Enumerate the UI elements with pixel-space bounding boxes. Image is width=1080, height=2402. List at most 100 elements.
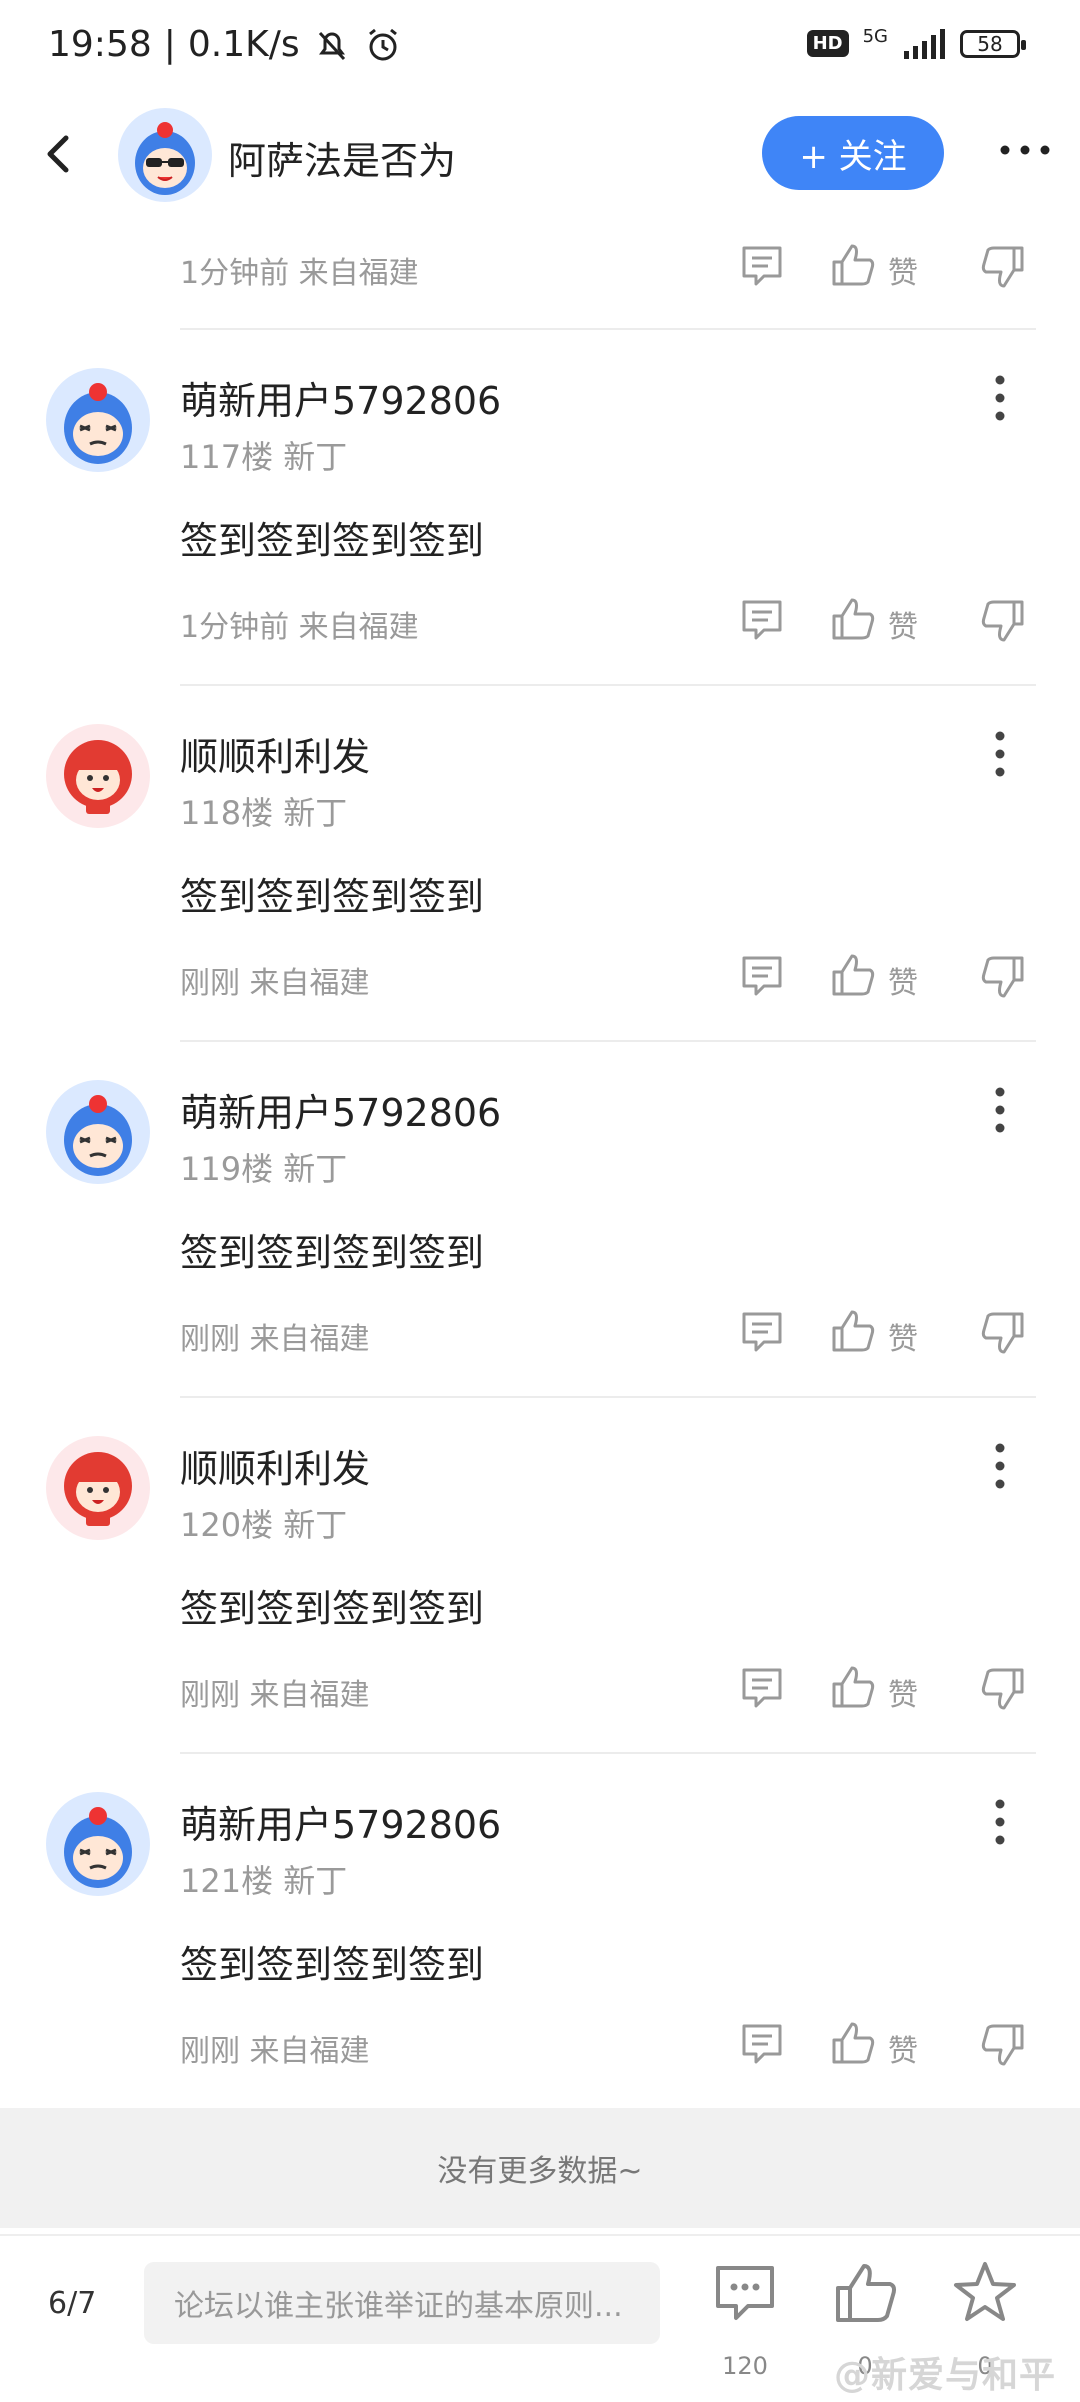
- comment-icon[interactable]: [740, 952, 784, 1000]
- like-label[interactable]: 赞: [888, 2026, 918, 2070]
- comment-icon[interactable]: [740, 242, 784, 290]
- post-username[interactable]: 萌新用户5792806: [180, 1794, 501, 1849]
- status-right: HD 5G 58: [806, 26, 1026, 61]
- comment-icon[interactable]: [740, 2020, 784, 2068]
- post-floor: 119楼 新丁: [180, 1150, 348, 1188]
- follow-button[interactable]: + 关注: [762, 116, 944, 190]
- post-actions: 赞: [740, 596, 1040, 656]
- thumbs-up-icon[interactable]: [830, 1308, 876, 1354]
- more-options-icon[interactable]: [995, 135, 1055, 165]
- thumbs-up-icon[interactable]: [830, 952, 876, 998]
- post-content: 签到签到签到签到: [180, 875, 485, 919]
- post-floor: 118楼 新丁: [180, 794, 348, 832]
- comment-count: 120: [722, 2352, 768, 2380]
- post-more-icon[interactable]: [985, 724, 1015, 784]
- post-actions: 赞: [740, 242, 1040, 302]
- post-content: 签到签到签到签到: [180, 1587, 485, 1631]
- mascot-avatar-icon: [64, 1452, 132, 1526]
- post-floor: 117楼 新丁: [180, 438, 348, 476]
- thumbs-up-icon[interactable]: [830, 596, 876, 642]
- comment-icon[interactable]: [740, 596, 784, 644]
- status-separator: |: [163, 24, 176, 65]
- mascot-avatar-icon: [64, 383, 132, 464]
- post-item: 萌新用户5792806 119楼 新丁签到签到签到签到刚刚 来自福建 赞: [0, 1042, 1080, 1398]
- status-speed: 0.1K/s: [187, 24, 300, 65]
- back-arrow-icon[interactable]: [30, 124, 90, 184]
- thumbs-down-icon[interactable]: [980, 244, 1026, 290]
- post-actions: 赞: [740, 2020, 1040, 2080]
- post-more-icon[interactable]: [985, 368, 1015, 428]
- post-meta: 刚刚 来自福建: [180, 966, 370, 1001]
- reply-input[interactable]: 论坛以谁主张谁举证的基本原则...: [144, 2262, 660, 2344]
- user-avatar[interactable]: [46, 1080, 150, 1184]
- post-more-icon[interactable]: [985, 1080, 1015, 1140]
- thumbs-down-icon[interactable]: [980, 954, 1026, 1000]
- comment-bar-icon[interactable]: [710, 2258, 780, 2328]
- signal-icon: [904, 28, 945, 59]
- top-nav-bar: 阿萨法是否为 + 关注: [0, 100, 1080, 210]
- comment-icon[interactable]: [740, 1664, 784, 1712]
- post-item: 顺顺利利发 120楼 新丁签到签到签到签到刚刚 来自福建 赞: [0, 1398, 1080, 1754]
- hd-badge: HD: [806, 30, 849, 57]
- post-meta: 刚刚 来自福建: [180, 1322, 370, 1357]
- mascot-avatar-icon: [135, 122, 195, 195]
- post-username[interactable]: 萌新用户5792806: [180, 1082, 501, 1137]
- post-meta: 1分钟前 来自福建: [180, 610, 419, 645]
- thumbs-down-icon[interactable]: [980, 1310, 1026, 1356]
- bottom-bar: 6/7 论坛以谁主张谁举证的基本原则... 120 0 0 @新爱与和平: [0, 2234, 1080, 2402]
- mascot-avatar-icon: [64, 740, 132, 814]
- post-meta: 1分钟前 来自福建: [180, 256, 419, 291]
- partial-post: 1分钟前 来自福建 赞: [0, 210, 1080, 330]
- post-username[interactable]: 顺顺利利发: [180, 726, 370, 781]
- user-avatar[interactable]: [46, 1792, 150, 1896]
- no-more-data-label: 没有更多数据~: [0, 2108, 1080, 2228]
- thumbs-up-icon[interactable]: [830, 242, 876, 288]
- post-username[interactable]: 顺顺利利发: [180, 1438, 370, 1493]
- post-content: 签到签到签到签到: [180, 1943, 485, 1987]
- like-label[interactable]: 赞: [888, 602, 918, 646]
- star-bar-icon[interactable]: [950, 2258, 1020, 2328]
- comment-icon[interactable]: [740, 1308, 784, 1356]
- like-label[interactable]: 赞: [888, 958, 918, 1002]
- status-time: 19:58: [48, 24, 152, 65]
- post-floor: 120楼 新丁: [180, 1506, 348, 1544]
- mascot-avatar-icon: [64, 1807, 132, 1888]
- post-meta: 刚刚 来自福建: [180, 1678, 370, 1713]
- like-label[interactable]: 赞: [888, 1314, 918, 1358]
- post-meta: 刚刚 来自福建: [180, 2034, 370, 2069]
- post-content: 签到签到签到签到: [180, 1231, 485, 1275]
- user-avatar[interactable]: [46, 724, 150, 828]
- mascot-avatar-icon: [64, 1095, 132, 1176]
- page-indicator[interactable]: 6/7: [48, 2286, 96, 2321]
- post-item: 萌新用户5792806 117楼 新丁签到签到签到签到 1分钟前 来自福建 赞: [0, 330, 1080, 686]
- thumbs-down-icon[interactable]: [980, 2022, 1026, 2068]
- post-more-icon[interactable]: [985, 1792, 1015, 1852]
- network-type: 5G: [862, 26, 888, 47]
- post-more-icon[interactable]: [985, 1436, 1015, 1496]
- thumbs-up-icon[interactable]: [830, 1664, 876, 1710]
- like-label[interactable]: 赞: [888, 1670, 918, 1714]
- post-actions: 赞: [740, 952, 1040, 1012]
- header-avatar[interactable]: [118, 108, 212, 202]
- like-bar-icon[interactable]: [830, 2258, 900, 2328]
- post-actions: 赞: [740, 1308, 1040, 1368]
- mute-bell-icon: [318, 31, 345, 60]
- battery-indicator: 58: [960, 29, 1026, 58]
- thumbs-down-icon[interactable]: [980, 598, 1026, 644]
- user-avatar[interactable]: [46, 1436, 150, 1540]
- like-label[interactable]: 赞: [888, 248, 918, 292]
- post-floor: 121楼 新丁: [180, 1862, 348, 1900]
- alarm-icon: [368, 28, 397, 60]
- post-item: 顺顺利利发 118楼 新丁签到签到签到签到刚刚 来自福建 赞: [0, 686, 1080, 1042]
- watermark: @新爱与和平: [833, 2355, 1056, 2396]
- post-item: 萌新用户5792806 121楼 新丁签到签到签到签到刚刚 来自福建 赞: [0, 1754, 1080, 2110]
- thumbs-up-icon[interactable]: [830, 2020, 876, 2066]
- status-bar: 19:58 | 0.1K/s HD 5G 58: [0, 0, 1080, 100]
- post-content: 签到签到签到签到: [180, 519, 485, 563]
- status-left: 19:58 | 0.1K/s: [48, 24, 402, 65]
- header-username[interactable]: 阿萨法是否为: [228, 130, 456, 185]
- user-avatar[interactable]: [46, 368, 150, 472]
- thumbs-down-icon[interactable]: [980, 1666, 1026, 1712]
- post-username[interactable]: 萌新用户5792806: [180, 370, 501, 425]
- post-actions: 赞: [740, 1664, 1040, 1724]
